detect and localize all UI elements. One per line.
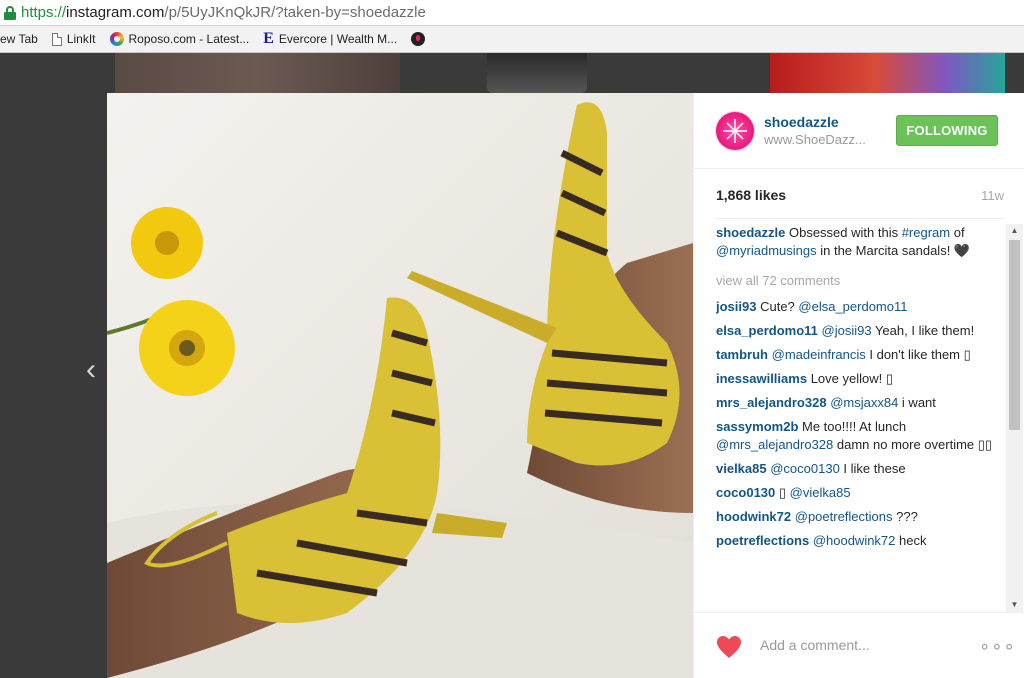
post-modal: shoedazzle www.ShoeDazz... FOLLOWING 1,8… bbox=[107, 93, 1024, 678]
heart-icon[interactable] bbox=[716, 635, 742, 659]
comment-text: I like these bbox=[839, 461, 906, 476]
comment-user[interactable]: sassymom2b bbox=[716, 419, 798, 434]
background-thumbnail bbox=[115, 53, 400, 93]
comment-text: Me too!!!! At lunch bbox=[802, 419, 907, 434]
shoes-photo-illustration bbox=[107, 93, 693, 678]
post-header: shoedazzle www.ShoeDazz... FOLLOWING bbox=[694, 93, 1024, 169]
comment-user[interactable]: mrs_alejandro328 bbox=[716, 395, 827, 410]
comment-user[interactable]: coco0130 bbox=[716, 485, 775, 500]
roposo-icon bbox=[109, 32, 124, 46]
profile-website[interactable]: www.ShoeDazz... bbox=[764, 132, 866, 147]
list-item: coco0130 ▯ @vielka85 bbox=[716, 484, 1001, 502]
lock-icon bbox=[4, 5, 16, 20]
comment-text: ▯ bbox=[778, 485, 790, 500]
post-caption: shoedazzle Obsessed with this #regram of… bbox=[716, 225, 971, 258]
bookmarks-bar: ew Tab LinkIt Roposo.com - Latest... E Ev… bbox=[0, 26, 1024, 53]
list-item: josii93 Cute? @elsa_perdomo11 bbox=[716, 298, 1001, 316]
comment-user[interactable]: elsa_perdomo11 bbox=[716, 323, 818, 338]
more-options-icon[interactable]: ∘∘∘ bbox=[979, 636, 1016, 657]
post-photo bbox=[107, 93, 693, 678]
mention-link[interactable]: @myriadmusings bbox=[716, 243, 817, 258]
mention-link[interactable]: @hoodwink72 bbox=[813, 533, 896, 548]
list-item: hoodwink72 @poetreflections ??? bbox=[716, 508, 1001, 526]
comment-user[interactable]: shoedazzle bbox=[716, 225, 785, 240]
bookmark-roposo[interactable]: Roposo.com - Latest... bbox=[109, 32, 249, 46]
mention-link[interactable]: @vielka85 bbox=[790, 485, 851, 500]
avatar[interactable] bbox=[716, 112, 754, 150]
view-all-comments-link[interactable]: view all 72 comments bbox=[716, 272, 1001, 290]
comment-text: ??? bbox=[892, 509, 918, 524]
list-item: poetreflections @hoodwink72 heck bbox=[716, 532, 1001, 550]
list-item: inessawilliams Love yellow! ▯ bbox=[716, 370, 1001, 388]
comment-rows: josii93 Cute? @elsa_perdomo11 elsa_perdom… bbox=[716, 298, 1001, 550]
add-comment-input[interactable] bbox=[760, 631, 950, 659]
post-meta: 1,868 likes 11w bbox=[716, 169, 1004, 219]
post-age[interactable]: 11w bbox=[981, 188, 1004, 203]
comment-text: heck bbox=[895, 533, 927, 548]
url-text[interactable]: https://instagram.com/p/5UyJKnQkJR/?take… bbox=[21, 4, 426, 21]
comments-list[interactable]: shoedazzle Obsessed with this #regram of… bbox=[716, 224, 1001, 612]
bookmark-evercore[interactable]: E Evercore | Wealth M... bbox=[263, 31, 397, 47]
scroll-up-arrow-icon[interactable]: ▲ bbox=[1006, 224, 1023, 238]
dark-circle-icon bbox=[411, 32, 426, 46]
mention-link[interactable]: @josii93 bbox=[822, 323, 872, 338]
list-item: tambruh @madeinfrancis I don't like them… bbox=[716, 346, 1001, 364]
hashtag-link[interactable]: #regram bbox=[902, 225, 950, 240]
background-thumbnail bbox=[770, 53, 1005, 93]
document-icon bbox=[51, 32, 62, 46]
background-thumbnail bbox=[487, 53, 587, 93]
address-bar[interactable]: https://instagram.com/p/5UyJKnQkJR/?take… bbox=[0, 0, 1024, 26]
scroll-down-arrow-icon[interactable]: ▼ bbox=[1006, 598, 1023, 612]
list-item: elsa_perdomo11 @josii93 Yeah, I like the… bbox=[716, 322, 1001, 340]
mention-link[interactable]: @mrs_alejandro328 bbox=[716, 437, 833, 452]
comment-user[interactable]: inessawilliams bbox=[716, 371, 807, 386]
mention-link[interactable]: @madeinfrancis bbox=[772, 347, 866, 362]
bookmark-linkit[interactable]: LinkIt bbox=[51, 32, 96, 46]
sparkle-icon bbox=[723, 119, 747, 143]
following-button[interactable]: FOLLOWING bbox=[896, 115, 998, 146]
scrollbar-thumb[interactable] bbox=[1009, 240, 1020, 430]
mention-link[interactable]: @poetreflections bbox=[795, 509, 893, 524]
comments-scrollbar[interactable]: ▲ ▼ bbox=[1006, 224, 1023, 612]
comment-text: Cute? bbox=[760, 299, 799, 314]
comment-user[interactable]: tambruh bbox=[716, 347, 768, 362]
mention-link[interactable]: @coco0130 bbox=[770, 461, 840, 476]
post-sidebar: shoedazzle www.ShoeDazz... FOLLOWING 1,8… bbox=[693, 93, 1024, 678]
comment-user[interactable]: vielka85 bbox=[716, 461, 767, 476]
bookmark-new-tab[interactable]: ew Tab bbox=[0, 32, 38, 46]
list-item: vielka85 @coco0130 I like these bbox=[716, 460, 1001, 478]
mention-link[interactable]: @elsa_perdomo11 bbox=[798, 299, 907, 314]
comment-text: Love yellow! ▯ bbox=[810, 371, 893, 386]
evercore-icon: E bbox=[263, 30, 274, 47]
comment-user[interactable]: poetreflections bbox=[716, 533, 809, 548]
comment-text: i want bbox=[898, 395, 936, 410]
comment-text: I don't like them ▯ bbox=[865, 347, 971, 362]
comment-text: Yeah, I like them! bbox=[871, 323, 975, 338]
likes-count[interactable]: 1,868 likes bbox=[716, 187, 786, 203]
comment-text: damn no more overtime ▯▯ bbox=[833, 437, 993, 452]
previous-post-arrow-icon[interactable]: ‹ bbox=[86, 355, 96, 385]
comment-user[interactable]: hoodwink72 bbox=[716, 509, 791, 524]
mention-link[interactable]: @msjaxx84 bbox=[830, 395, 898, 410]
post-footer: ∘∘∘ bbox=[694, 612, 1024, 678]
post-username[interactable]: shoedazzle bbox=[764, 114, 839, 130]
list-item: mrs_alejandro328 @msjaxx84 i want bbox=[716, 394, 1001, 412]
bookmark-dark[interactable] bbox=[411, 32, 430, 46]
comment-user[interactable]: josii93 bbox=[716, 299, 756, 314]
list-item: sassymom2b Me too!!!! At lunch @mrs_alej… bbox=[716, 418, 1001, 454]
